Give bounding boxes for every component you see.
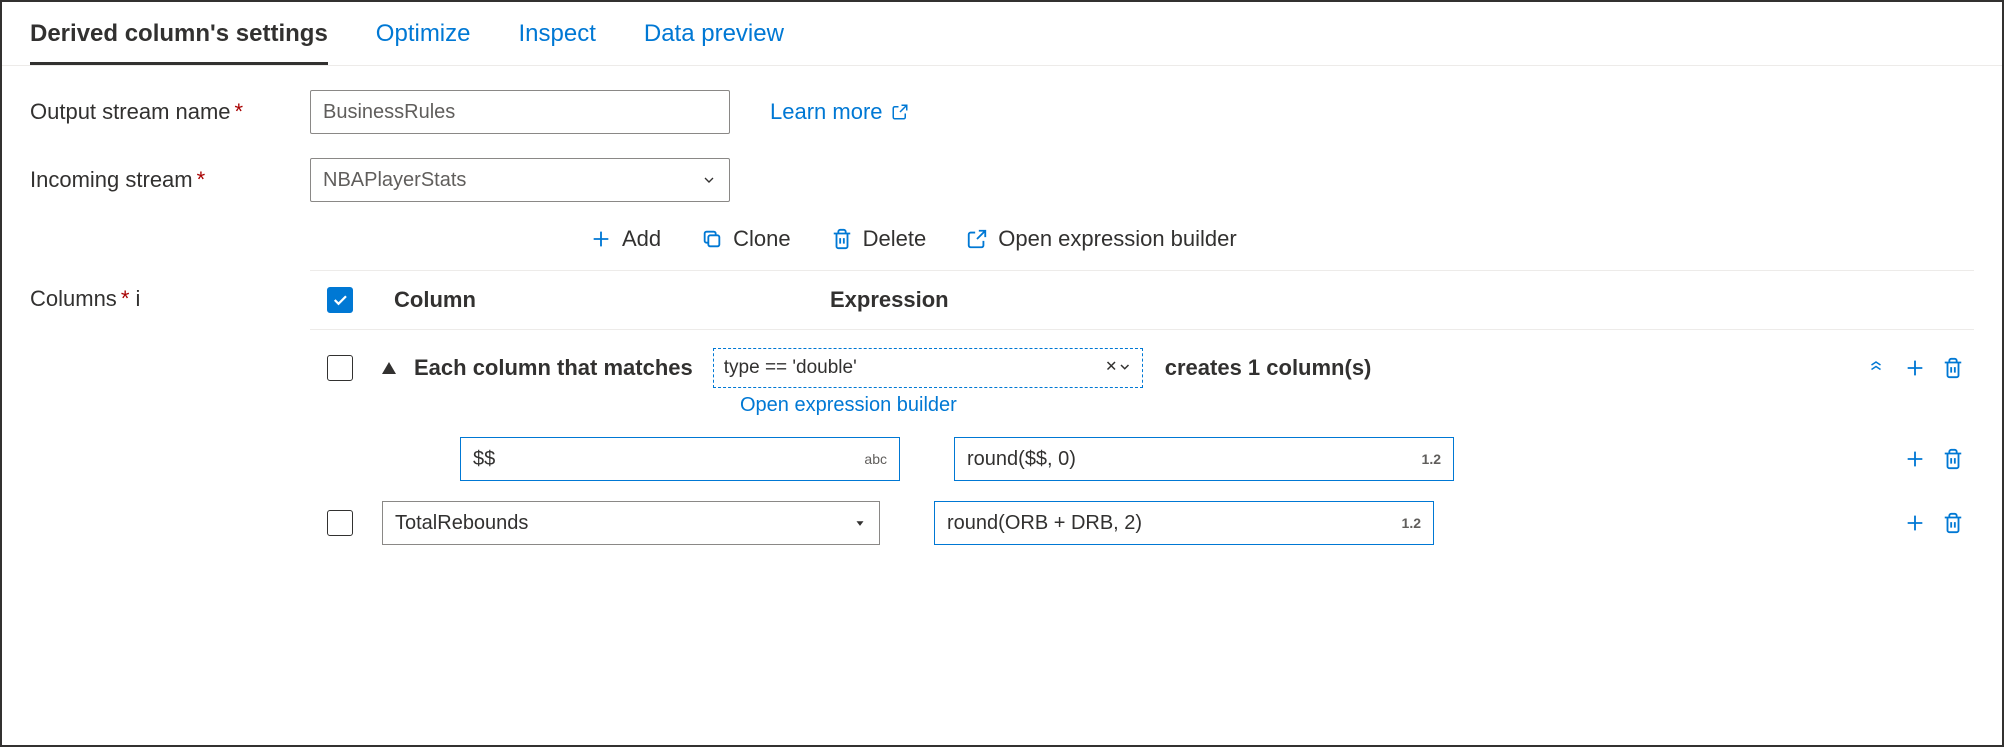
tab-optimize[interactable]: Optimize (376, 20, 471, 65)
pattern-mapping-row: $$ abc round($$, 0) 1.2 (310, 427, 1974, 491)
table-header-expression: Expression (830, 287, 1974, 313)
external-link-icon (891, 103, 909, 121)
tab-inspect[interactable]: Inspect (518, 20, 595, 65)
tab-derived-column-settings[interactable]: Derived column's settings (30, 20, 328, 65)
column-pattern-row: Each column that matches type == 'double… (310, 330, 1974, 394)
table-header-column: Column (394, 287, 814, 313)
checkmark-icon (331, 291, 349, 309)
tabs: Derived column's settings Optimize Inspe… (2, 2, 2002, 66)
value-expression-input[interactable]: round($$, 0) 1.2 (954, 437, 1454, 481)
output-stream-name-input[interactable]: BusinessRules (310, 90, 730, 134)
row-checkbox[interactable] (327, 355, 353, 381)
trash-icon (831, 228, 853, 250)
delete-row-button[interactable] (1942, 512, 1964, 534)
row-checkbox[interactable] (327, 510, 353, 536)
chevron-down-icon (701, 172, 717, 188)
column-name-expression-input[interactable]: $$ abc (460, 437, 900, 481)
info-icon[interactable]: i (136, 286, 141, 311)
plus-icon (590, 228, 612, 250)
tab-data-preview[interactable]: Data preview (644, 20, 784, 65)
add-button[interactable]: Add (590, 226, 661, 252)
column-row: TotalRebounds round(ORB + DRB, 2) 1.2 (310, 491, 1974, 555)
delete-row-button[interactable] (1942, 448, 1964, 470)
incoming-stream-label: Incoming stream* (30, 167, 310, 193)
incoming-stream-select[interactable]: NBAPlayerStats (310, 158, 730, 202)
clone-button[interactable]: Clone (701, 226, 790, 252)
collapse-chevron-icon[interactable] (1864, 359, 1888, 377)
open-expression-builder-link[interactable]: Open expression builder (740, 394, 1974, 427)
delete-row-button[interactable] (1942, 357, 1964, 379)
open-expression-builder-button[interactable]: Open expression builder (966, 226, 1236, 252)
add-row-button[interactable] (1904, 448, 1926, 470)
columns-label: Columns* i (30, 226, 310, 312)
copy-icon (701, 228, 723, 250)
add-row-button[interactable] (1904, 357, 1926, 379)
select-all-checkbox[interactable] (327, 287, 353, 313)
value-expression-input[interactable]: round(ORB + DRB, 2) 1.2 (934, 501, 1434, 545)
external-link-icon (966, 228, 988, 250)
pattern-condition-input[interactable]: type == 'double' (713, 348, 1143, 388)
expand-triangle-icon[interactable] (382, 362, 396, 374)
column-name-select[interactable]: TotalRebounds (382, 501, 880, 545)
delete-button[interactable]: Delete (831, 226, 927, 252)
learn-more-link[interactable]: Learn more (770, 99, 909, 125)
caret-down-icon (853, 516, 867, 530)
output-stream-name-label: Output stream name* (30, 99, 310, 125)
pattern-prefix-label: Each column that matches (414, 355, 693, 381)
pattern-suffix-label: creates 1 column(s) (1165, 355, 1372, 381)
clear-dropdown-icon[interactable] (1104, 359, 1132, 377)
add-row-button[interactable] (1904, 512, 1926, 534)
columns-table: Column Expression Each column that match… (310, 270, 1974, 555)
